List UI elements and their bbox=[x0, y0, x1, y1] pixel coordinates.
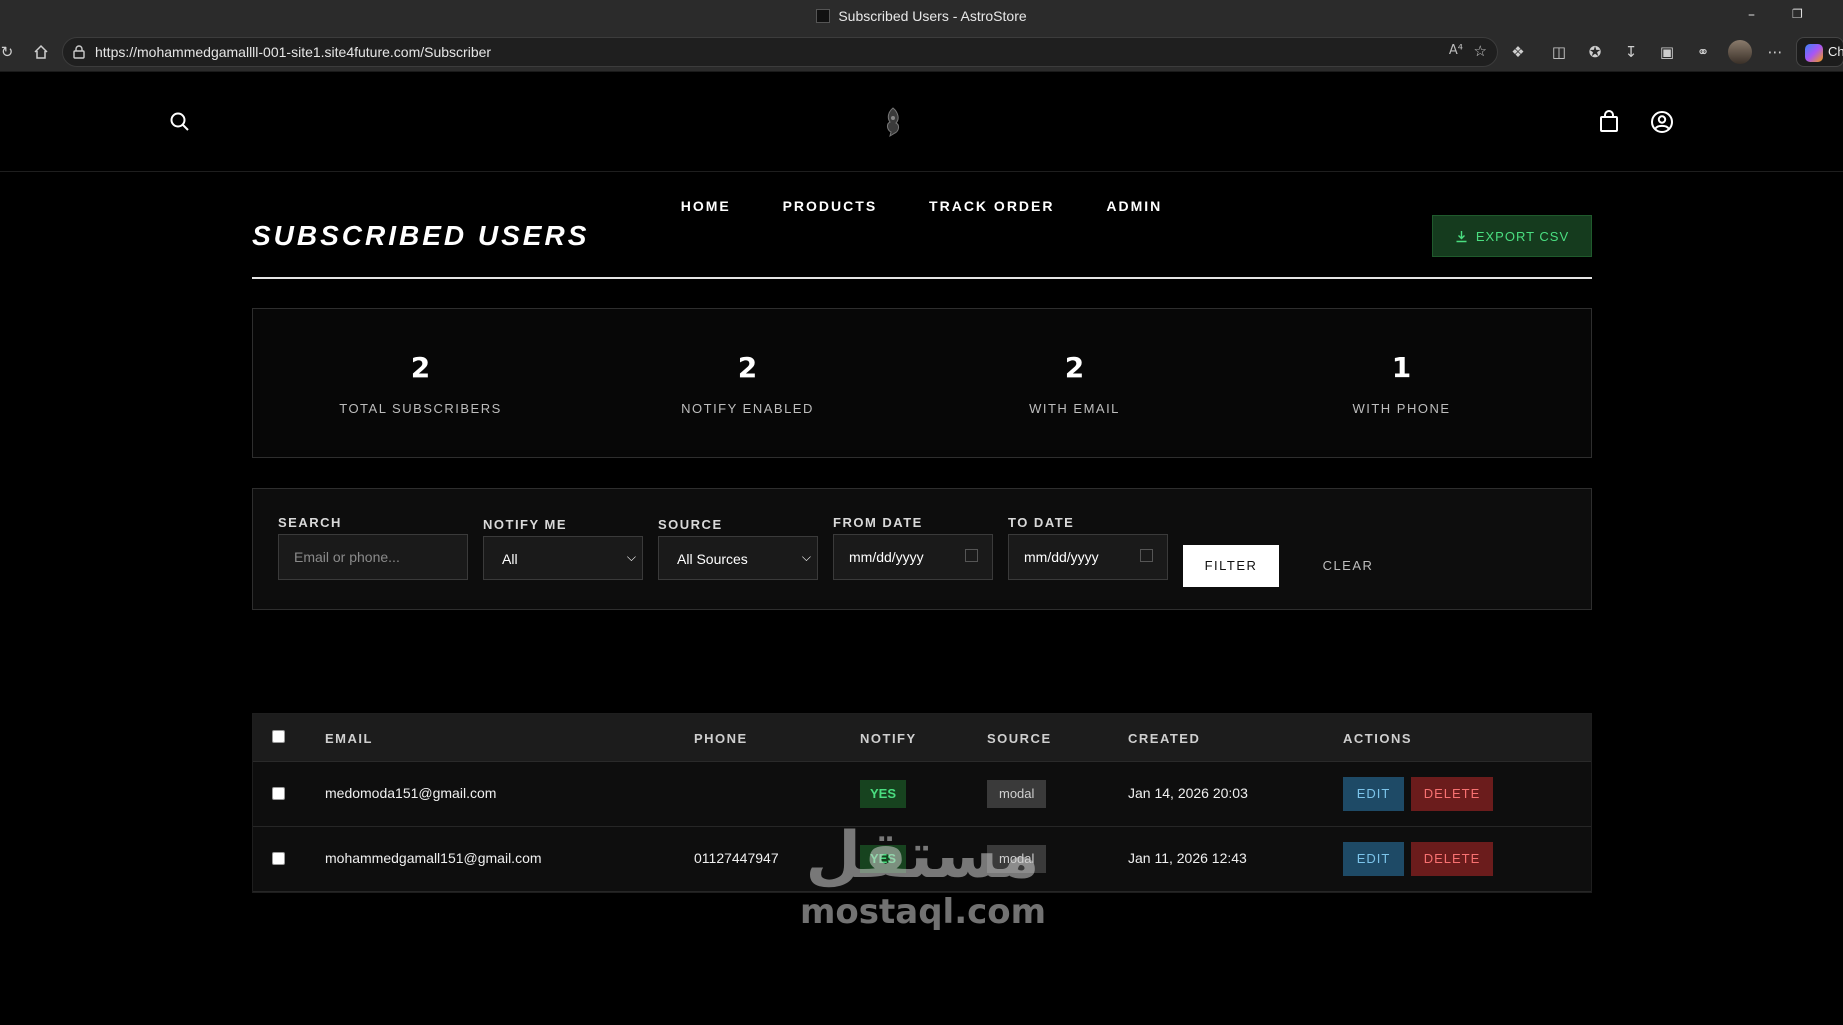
export-csv-button[interactable]: EXPORT CSV bbox=[1432, 215, 1592, 257]
address-bar[interactable]: https://mohammedgamallll-001-site1.site4… bbox=[62, 37, 1498, 67]
row-created: Jan 14, 2026 20:03 bbox=[1128, 785, 1248, 801]
stat-label: TOTAL SUBSCRIBERS bbox=[339, 401, 502, 416]
calendar-icon[interactable] bbox=[965, 549, 978, 562]
stat-value: 2 bbox=[410, 351, 431, 384]
profile-avatar[interactable] bbox=[1728, 40, 1752, 64]
stat-notify-enabled: 2 NOTIFY ENABLED bbox=[580, 309, 915, 457]
select-all-checkbox[interactable] bbox=[272, 730, 285, 743]
collections-icon[interactable]: ⚭ bbox=[1692, 41, 1714, 63]
lock-icon bbox=[73, 45, 85, 59]
window-title-text: Subscribed Users - AstroStore bbox=[838, 8, 1027, 24]
favorite-star-icon[interactable]: ☆ bbox=[1474, 42, 1487, 60]
downloads-icon[interactable]: ↧ bbox=[1620, 41, 1642, 63]
column-header-actions: ACTIONS bbox=[1343, 731, 1412, 746]
row-email: mohammedgamall151@gmail.com bbox=[325, 850, 542, 866]
from-date-value: mm/dd/yyyy bbox=[849, 549, 924, 565]
column-header-notify: NOTIFY bbox=[860, 731, 917, 746]
chevron-down-icon: ⌵ bbox=[801, 550, 811, 564]
site-favicon-icon bbox=[816, 9, 831, 23]
restore-icon[interactable]: ❐ bbox=[1792, 7, 1803, 21]
watermark-arabic: مستقل bbox=[805, 819, 1040, 893]
table-row: medomoda151@gmail.com YES modal Jan 14, … bbox=[253, 762, 1591, 827]
stats-panel: 2 TOTAL SUBSCRIBERS 2 NOTIFY ENABLED 2 W… bbox=[252, 308, 1592, 458]
to-date-value: mm/dd/yyyy bbox=[1024, 549, 1099, 565]
row-checkbox[interactable] bbox=[272, 787, 285, 800]
source-value: All Sources bbox=[677, 551, 748, 567]
source-badge: modal bbox=[987, 780, 1047, 808]
nav-products[interactable]: PRODUCTS bbox=[783, 198, 878, 214]
search-icon[interactable] bbox=[168, 110, 192, 134]
column-header-source: SOURCE bbox=[987, 731, 1052, 746]
stat-label: WITH EMAIL bbox=[1029, 401, 1120, 416]
shopping-bag-icon[interactable] bbox=[1598, 110, 1620, 134]
stat-value: 2 bbox=[1064, 351, 1085, 384]
page-title: SUBSCRIBED USERS bbox=[252, 220, 590, 251]
site-header bbox=[0, 72, 1843, 172]
copilot-button[interactable]: Ch bbox=[1796, 37, 1843, 67]
extensions-icon[interactable]: ❖ bbox=[1507, 41, 1529, 63]
table-header: EMAIL PHONE NOTIFY SOURCE CREATED ACTION… bbox=[253, 714, 1591, 762]
stat-label: NOTIFY ENABLED bbox=[681, 401, 814, 416]
nav-admin[interactable]: ADMIN bbox=[1106, 198, 1162, 214]
copilot-icon bbox=[1805, 44, 1823, 62]
search-label: SEARCH bbox=[278, 515, 342, 530]
stat-value: 1 bbox=[1391, 351, 1412, 384]
astrostore-logo-icon[interactable] bbox=[882, 106, 904, 138]
watermark-latin: mostaql.com bbox=[800, 892, 1047, 932]
user-account-icon[interactable] bbox=[1650, 110, 1674, 134]
to-date-input[interactable]: mm/dd/yyyy bbox=[1008, 534, 1168, 580]
window-title: Subscribed Users - AstroStore bbox=[0, 8, 1843, 24]
search-input[interactable]: Email or phone... bbox=[278, 534, 468, 580]
url-text: https://mohammedgamallll-001-site1.site4… bbox=[95, 44, 492, 60]
stat-total-subscribers: 2 TOTAL SUBSCRIBERS bbox=[253, 309, 588, 457]
from-date-input[interactable]: mm/dd/yyyy bbox=[833, 534, 993, 580]
stat-with-phone: 1 WITH PHONE bbox=[1234, 309, 1569, 457]
title-divider bbox=[252, 277, 1592, 279]
from-date-label: FROM DATE bbox=[833, 515, 923, 530]
filter-button[interactable]: FILTER bbox=[1183, 545, 1279, 587]
row-phone: 01127447947 bbox=[694, 850, 779, 866]
stat-with-email: 2 WITH EMAIL bbox=[907, 309, 1242, 457]
chevron-down-icon: ⌵ bbox=[626, 550, 636, 564]
refresh-icon[interactable]: ↻ bbox=[0, 41, 18, 63]
nav-home[interactable]: HOME bbox=[681, 198, 731, 214]
delete-button[interactable]: DELETE bbox=[1411, 842, 1493, 876]
minimize-icon[interactable]: – bbox=[1748, 7, 1755, 23]
notify-me-label: NOTIFY ME bbox=[483, 517, 568, 532]
to-date-label: TO DATE bbox=[1008, 515, 1075, 530]
source-label: SOURCE bbox=[658, 517, 723, 532]
home-icon[interactable] bbox=[30, 41, 52, 63]
column-header-phone: PHONE bbox=[694, 731, 748, 746]
notify-me-select[interactable]: All ⌵ bbox=[483, 536, 643, 580]
column-header-created: CREATED bbox=[1128, 731, 1201, 746]
row-checkbox[interactable] bbox=[272, 852, 285, 865]
browser-toolbar: ↻ https://mohammedgamallll-001-site1.sit… bbox=[0, 32, 1843, 72]
column-header-email: EMAIL bbox=[325, 731, 373, 746]
edit-button[interactable]: EDIT bbox=[1343, 842, 1404, 876]
screenshot-icon[interactable]: ▣ bbox=[1656, 41, 1678, 63]
clear-button[interactable]: CLEAR bbox=[1313, 545, 1383, 587]
notify-badge: YES bbox=[860, 780, 907, 808]
split-screen-icon[interactable]: ◫ bbox=[1548, 41, 1570, 63]
search-placeholder: Email or phone... bbox=[294, 549, 400, 565]
row-created: Jan 11, 2026 12:43 bbox=[1128, 850, 1247, 866]
calendar-icon[interactable] bbox=[1140, 549, 1153, 562]
favorites-icon[interactable]: ✪ bbox=[1584, 41, 1606, 63]
mostaql-watermark: مستقل mostaql.com bbox=[800, 819, 1047, 940]
stat-value: 2 bbox=[737, 351, 758, 384]
export-csv-label: EXPORT CSV bbox=[1475, 228, 1570, 244]
browser-titlebar: Subscribed Users - AstroStore – ❐ bbox=[0, 0, 1843, 32]
more-menu-icon[interactable]: ⋯ bbox=[1764, 41, 1786, 63]
edit-button[interactable]: EDIT bbox=[1343, 777, 1404, 811]
source-select[interactable]: All Sources ⌵ bbox=[658, 536, 818, 580]
download-icon bbox=[1456, 230, 1467, 242]
delete-button[interactable]: DELETE bbox=[1411, 777, 1493, 811]
nav-track-order[interactable]: TRACK ORDER bbox=[929, 198, 1054, 214]
copilot-label: Ch bbox=[1828, 44, 1843, 59]
read-aloud-icon[interactable]: A⁴ bbox=[1449, 43, 1463, 58]
stat-label: WITH PHONE bbox=[1352, 401, 1451, 416]
filters-panel: SEARCH Email or phone... NOTIFY ME All ⌵… bbox=[252, 488, 1592, 610]
notify-me-value: All bbox=[502, 551, 518, 567]
row-email: medomoda151@gmail.com bbox=[325, 785, 497, 801]
